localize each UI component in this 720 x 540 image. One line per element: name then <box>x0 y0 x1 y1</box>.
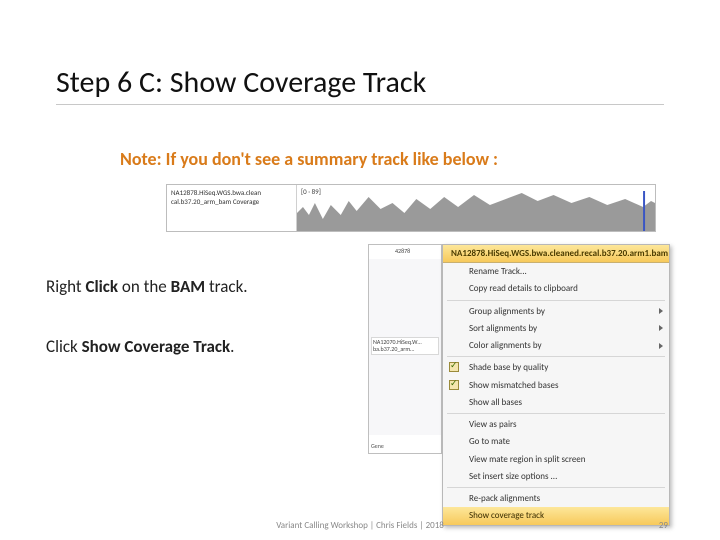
menu-item-go-to-mate[interactable]: Go to mate <box>443 433 669 450</box>
igv-ruler: 42878 <box>369 245 441 260</box>
menu-item-group-alignments[interactable]: Group alignments by <box>443 303 669 320</box>
menu-item-set-insert-size[interactable]: Set insert size options ... <box>443 468 669 485</box>
title-divider <box>56 104 664 105</box>
menu-item-color-alignments[interactable]: Color alignments by <box>443 337 669 354</box>
coverage-plot <box>297 185 655 231</box>
page-number: 29 <box>659 520 668 531</box>
menu-item-repack-alignments[interactable]: Re-pack alignments <box>443 490 669 507</box>
menu-item-copy-read-details[interactable]: Copy read details to clipboard <box>443 280 669 297</box>
context-menu-title: NA12878.HiSeq.WGS.bwa.cleaned.recal.b37.… <box>443 245 669 263</box>
menu-separator <box>447 356 665 357</box>
context-menu: NA12878.HiSeq.WGS.bwa.cleaned.recal.b37.… <box>442 244 670 526</box>
coverage-track-label: NA12878.HiSeq.WGS.bwa.clean cal.b37.20_a… <box>167 185 297 231</box>
menu-separator <box>447 487 665 488</box>
igv-bam-track-label[interactable]: NA12070.HiSeq.W… ba.b37.20_arm… <box>371 337 439 355</box>
menu-item-view-mate-split[interactable]: View mate region in split screen <box>443 451 669 468</box>
menu-item-rename-track[interactable]: Rename Track... <box>443 263 669 280</box>
menu-item-show-mismatched-bases[interactable]: Show mismatched bases <box>443 377 669 394</box>
instruction-show-coverage: Click Show Coverage Track. <box>46 336 234 357</box>
slide-title: Step 6 C: Show Coverage Track <box>56 64 426 101</box>
igv-gene-label: Gene <box>371 442 384 450</box>
igv-cluster: 42878 NA12070.HiSeq.W… ba.b37.20_arm… Ge… <box>368 244 672 488</box>
coverage-strip: NA12878.HiSeq.WGS.bwa.clean cal.b37.20_a… <box>166 184 656 232</box>
footer-text: Variant Calling Workshop | Chris Fields … <box>0 520 720 531</box>
slide: Step 6 C: Show Coverage Track Note: If y… <box>0 0 720 540</box>
note-text: Note: If you don't see a summary track l… <box>120 148 498 170</box>
instruction-right-click: Right Click on the BAM track. <box>46 276 248 297</box>
menu-item-show-all-bases[interactable]: Show all bases <box>443 394 669 411</box>
menu-item-view-as-pairs[interactable]: View as pairs <box>443 416 669 433</box>
igv-track-area[interactable]: NA12070.HiSeq.W… ba.b37.20_arm… <box>369 259 441 435</box>
menu-separator <box>447 413 665 414</box>
menu-separator <box>447 300 665 301</box>
coverage-label-line2: cal.b37.20_arm_bam Coverage <box>171 197 292 206</box>
igv-panel[interactable]: 42878 NA12070.HiSeq.W… ba.b37.20_arm… Ge… <box>368 244 442 454</box>
menu-item-shade-base-quality[interactable]: Shade base by quality <box>443 359 669 376</box>
menu-item-sort-alignments[interactable]: Sort alignments by <box>443 320 669 337</box>
coverage-label-line1: NA12878.HiSeq.WGS.bwa.clean <box>171 188 292 197</box>
igv-coord: 42878 <box>395 247 410 255</box>
